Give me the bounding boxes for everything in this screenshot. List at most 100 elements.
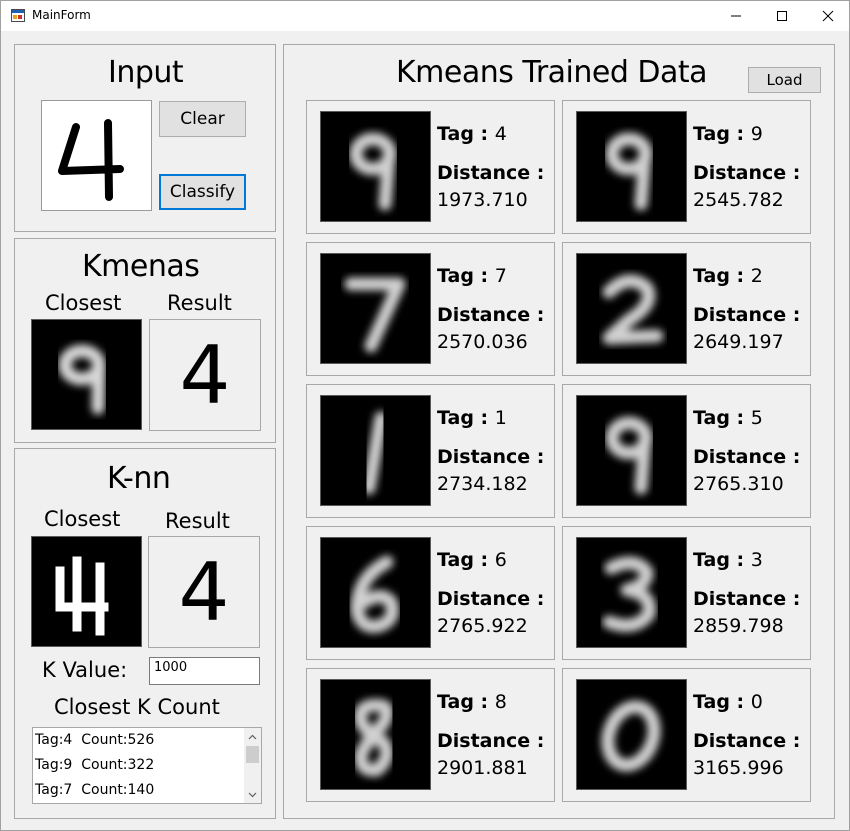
close-icon <box>822 10 834 22</box>
distance-value: 2765.310 <box>693 473 784 495</box>
tag-value: 3 <box>750 549 763 571</box>
main-window: MainForm Input Clear Classify Kmenas Clo… <box>0 0 850 831</box>
k-value-input[interactable]: 1000 <box>149 657 260 685</box>
minimize-icon <box>731 15 741 17</box>
card-tag: Tag : 8 <box>437 691 507 713</box>
tag-label: Tag <box>693 265 730 287</box>
card-tag: Tag : 5 <box>693 407 763 429</box>
list-item[interactable]: Tag:9 Count:322 <box>35 757 154 773</box>
tag-label: Tag <box>693 691 730 713</box>
scroll-down-button[interactable] <box>244 786 261 803</box>
list-item[interactable]: Tag:7 Count:140 <box>35 782 154 798</box>
maximize-button[interactable] <box>759 1 805 31</box>
tag-value: 7 <box>494 265 507 287</box>
tag-colon: : <box>729 123 751 145</box>
distance-label: Distance : <box>437 730 545 752</box>
chevron-up-icon <box>248 734 257 739</box>
trained-data-group: Kmeans Trained Data Load Tag : 4 Distance… <box>283 44 835 819</box>
scroll-thumb[interactable] <box>246 746 259 763</box>
input-group: Input Clear Classify <box>14 44 276 232</box>
tag-value: 0 <box>750 691 763 713</box>
title-bar[interactable]: MainForm <box>1 1 849 31</box>
k-value-label: K Value: <box>42 658 128 682</box>
tag-label: Tag <box>437 407 474 429</box>
tag-colon: : <box>729 265 751 287</box>
card-tag: Tag : 7 <box>437 265 507 287</box>
trained-card: Tag : 0 Distance : 3165.996 <box>562 668 811 802</box>
count-value: Count:526 <box>81 732 155 748</box>
classify-button[interactable]: Classify <box>159 174 246 210</box>
clear-button[interactable]: Clear <box>159 101 246 137</box>
tag-value: 4 <box>494 123 507 145</box>
tag-value: 1 <box>494 407 507 429</box>
centroid-image <box>320 537 431 648</box>
distance-label: Distance : <box>693 162 801 184</box>
window-title: MainForm <box>32 8 91 22</box>
tag-label: Tag <box>693 123 730 145</box>
knn-result-label: Result <box>165 509 230 533</box>
knn-heading: K-nn <box>107 461 171 496</box>
distance-label: Distance : <box>693 588 801 610</box>
tag-colon: : <box>729 691 751 713</box>
centroid-image <box>576 679 687 790</box>
card-tag: Tag : 6 <box>437 549 507 571</box>
trained-card: Tag : 9 Distance : 2545.782 <box>562 100 811 234</box>
count-value: Count:322 <box>81 757 155 773</box>
kmeans-closest-label: Closest <box>45 291 122 315</box>
trained-data-heading: Kmeans Trained Data <box>396 55 708 90</box>
distance-label: Distance : <box>437 162 545 184</box>
card-tag: Tag : 4 <box>437 123 507 145</box>
centroid-image <box>320 253 431 364</box>
kmeans-closest-image <box>31 319 142 430</box>
distance-value: 2649.197 <box>693 331 784 353</box>
centroid-image <box>576 253 687 364</box>
distance-label: Distance : <box>437 588 545 610</box>
distance-label: Distance : <box>693 446 801 468</box>
card-tag: Tag : 3 <box>693 549 763 571</box>
trained-card: Tag : 6 Distance : 2765.922 <box>306 526 555 660</box>
distance-label: Distance : <box>693 304 801 326</box>
chevron-down-icon <box>248 792 257 797</box>
trained-card: Tag : 1 Distance : 2734.182 <box>306 384 555 518</box>
tag-value: 6 <box>494 549 507 571</box>
tag-value: 8 <box>494 691 507 713</box>
drawing-canvas[interactable] <box>41 100 152 211</box>
trained-card: Tag : 5 Distance : 2765.310 <box>562 384 811 518</box>
tag-label: Tag <box>437 123 474 145</box>
trained-card: Tag : 3 Distance : 2859.798 <box>562 526 811 660</box>
card-tag: Tag : 0 <box>693 691 763 713</box>
minimize-button[interactable] <box>713 1 759 31</box>
trained-card: Tag : 8 Distance : 2901.881 <box>306 668 555 802</box>
distance-value: 2570.036 <box>437 331 528 353</box>
knn-closest-image <box>31 536 142 647</box>
tag-colon: : <box>729 549 751 571</box>
card-tag: Tag : 2 <box>693 265 763 287</box>
tag-value: 2 <box>750 265 763 287</box>
trained-card: Tag : 4 Distance : 1973.710 <box>306 100 555 234</box>
drawn-digit-image <box>58 119 124 201</box>
tag-value: 5 <box>750 407 763 429</box>
closest-k-count-list[interactable]: Tag:4 Count:526 Tag:9 Count:322 Tag:7 Co… <box>32 727 262 804</box>
kmeans-result-label: Result <box>167 291 232 315</box>
distance-value: 2901.881 <box>437 757 528 779</box>
knn-result-group: K-nn Closest Result 4 K Value: 1000 Clos… <box>14 448 276 819</box>
kmeans-result-group: Kmenas Closest Result 4 <box>14 238 276 443</box>
list-item[interactable]: Tag:4 Count:526 <box>35 732 154 748</box>
scroll-up-button[interactable] <box>244 728 261 745</box>
tag-value: 9 <box>750 123 763 145</box>
distance-label: Distance : <box>693 730 801 752</box>
tag-label: Tag <box>693 407 730 429</box>
centroid-image <box>576 111 687 222</box>
input-heading: Input <box>108 55 184 90</box>
list-scrollbar[interactable] <box>244 728 261 803</box>
distance-value: 2765.922 <box>437 615 528 637</box>
tag-label: Tag <box>437 691 474 713</box>
kmeans-heading: Kmenas <box>82 249 200 284</box>
centroid-image <box>576 537 687 648</box>
centroid-image <box>576 395 687 506</box>
centroid-image <box>320 111 431 222</box>
distance-value: 2545.782 <box>693 189 784 211</box>
distance-label: Distance : <box>437 304 545 326</box>
close-button[interactable] <box>805 1 850 31</box>
load-button[interactable]: Load <box>748 67 821 93</box>
